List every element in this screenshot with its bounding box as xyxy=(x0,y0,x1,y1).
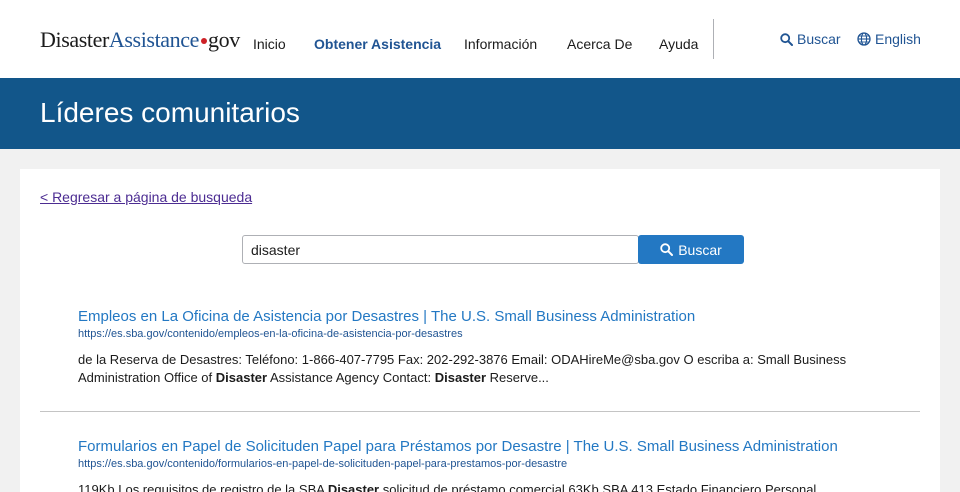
search-icon xyxy=(780,32,793,46)
logo-word-assistance: Assistance xyxy=(108,27,199,52)
snippet-text: 119Kb Los requisitos de registro de la S… xyxy=(78,482,328,492)
result-snippet: 119Kb Los requisitos de registro de la S… xyxy=(78,481,898,492)
back-to-search-link[interactable]: < Regresar a página de busqueda xyxy=(40,189,252,205)
search-button[interactable]: Buscar xyxy=(638,235,744,264)
snippet-text: Assistance Agency Contact: xyxy=(267,370,435,385)
search-button-label: Buscar xyxy=(678,241,722,258)
snippet-highlight: Disaster xyxy=(215,370,268,385)
snippet-text: Reserve... xyxy=(486,370,549,385)
result-url: https://es.sba.gov/contenido/formularios… xyxy=(78,458,568,470)
nav-acerca-de[interactable]: Acerca De xyxy=(567,36,632,52)
search-icon xyxy=(660,243,674,256)
logo-word-disaster: Disaster xyxy=(40,27,109,52)
result-divider xyxy=(40,411,920,412)
logo-dot xyxy=(201,37,207,44)
nav-obtener-asistencia[interactable]: Obtener Asistencia xyxy=(314,36,441,52)
site-header: DisasterAssistance gov Inicio Obtener Asi… xyxy=(0,0,960,78)
language-label: English xyxy=(875,31,921,47)
snippet-highlight: Disaster xyxy=(434,370,487,385)
nav-informacion[interactable]: Información xyxy=(464,36,537,52)
search-input[interactable] xyxy=(242,235,639,264)
result-url: https://es.sba.gov/contenido/empleos-en-… xyxy=(78,328,463,340)
site-logo[interactable]: DisasterAssistance gov xyxy=(40,28,240,52)
nav-ayuda[interactable]: Ayuda xyxy=(659,36,698,52)
nav-inicio[interactable]: Inicio xyxy=(253,36,286,52)
result-snippet: de la Reserva de Desastres: Teléfono: 1-… xyxy=(78,351,898,387)
page-banner: Líderes comunitarios xyxy=(0,78,960,149)
snippet-text: solicitud de préstamo comercial 63Kb SBA… xyxy=(379,482,817,492)
header-search-label: Buscar xyxy=(797,31,841,47)
logo-word-gov: gov xyxy=(208,27,240,52)
globe-icon xyxy=(857,32,871,46)
search-result: Empleos en La Oficina de Asistencia por … xyxy=(78,308,898,387)
snippet-highlight: Disaster xyxy=(327,482,380,492)
nav-divider xyxy=(713,19,714,59)
page-title: Líderes comunitarios xyxy=(40,97,300,128)
search-result: Formularios en Papel de Solicituden Pape… xyxy=(78,438,898,492)
result-title-link[interactable]: Empleos en La Oficina de Asistencia por … xyxy=(78,308,898,326)
header-search-link[interactable]: Buscar xyxy=(780,31,841,47)
language-toggle[interactable]: English xyxy=(857,31,921,47)
result-title-link[interactable]: Formularios en Papel de Solicituden Pape… xyxy=(78,438,898,456)
search-results-card: < Regresar a página de busqueda Buscar E… xyxy=(20,169,940,492)
